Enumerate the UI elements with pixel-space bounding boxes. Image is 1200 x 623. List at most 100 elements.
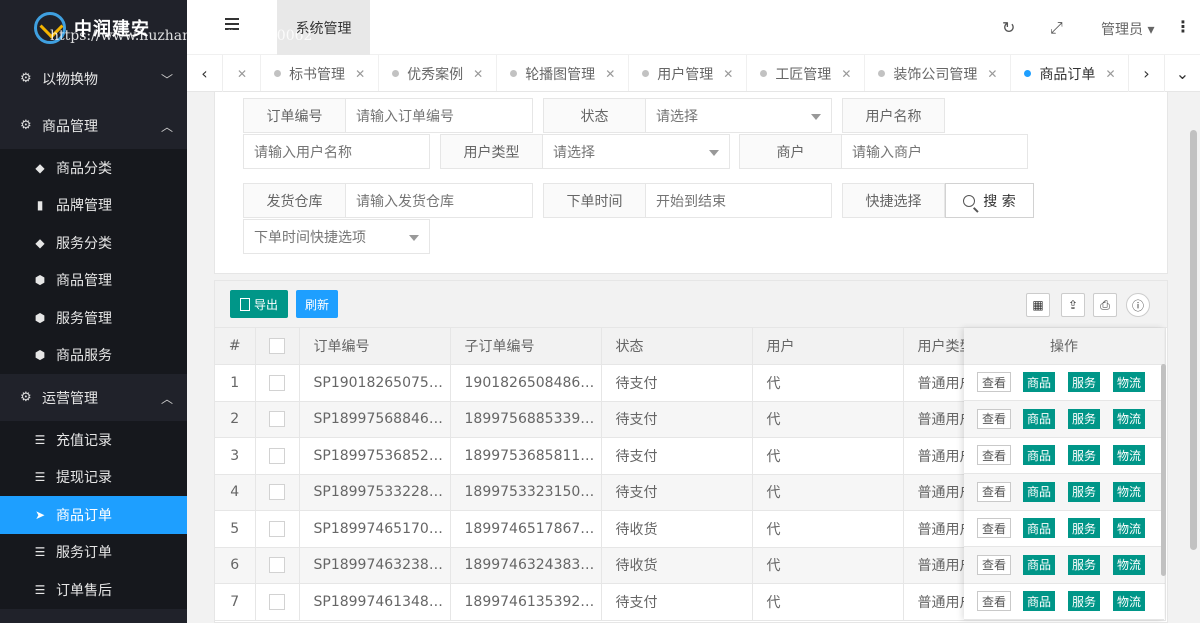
- view-button[interactable]: 查看: [977, 481, 1011, 502]
- checkbox[interactable]: [269, 338, 285, 354]
- tabs-next-icon[interactable]: ›: [1128, 55, 1164, 92]
- quick-option-select[interactable]: 下单时间快捷选项: [243, 219, 430, 254]
- logistics-button[interactable]: 物流: [1113, 372, 1145, 393]
- row-select[interactable]: [255, 510, 300, 548]
- row-select[interactable]: [255, 401, 300, 438]
- info-icon[interactable]: ⓘ: [1126, 293, 1150, 317]
- sidebar-item-goods-order[interactable]: ➤ 商品订单: [0, 496, 187, 534]
- service-button[interactable]: 服务: [1068, 554, 1100, 575]
- sidebar-item-withdraw[interactable]: ☰ 提现记录: [0, 459, 187, 497]
- sidebar-item-goods-category[interactable]: ◆ 商品分类: [0, 149, 187, 187]
- refresh-icon[interactable]: ↻: [1002, 18, 1015, 37]
- tabs-dropdown-icon[interactable]: ⌄: [1164, 55, 1200, 92]
- logistics-button[interactable]: 物流: [1113, 408, 1145, 429]
- checkbox[interactable]: [269, 411, 285, 428]
- tab-goods-order[interactable]: 商品订单 ✕: [1011, 55, 1128, 91]
- user-type-select[interactable]: 请选择: [543, 134, 730, 169]
- print-icon[interactable]: ⎙: [1093, 293, 1117, 317]
- service-button[interactable]: 服务: [1068, 372, 1100, 393]
- status-select[interactable]: 请选择: [646, 98, 832, 133]
- col-user[interactable]: 用户: [752, 328, 904, 365]
- row-select[interactable]: [255, 364, 300, 402]
- service-button[interactable]: 服务: [1068, 408, 1100, 429]
- row-select[interactable]: [255, 547, 300, 584]
- search-button[interactable]: 搜 索: [945, 183, 1034, 218]
- tab-cases[interactable]: 优秀案例 ✕: [379, 55, 498, 91]
- goods-button[interactable]: 商品: [1023, 408, 1055, 429]
- row-select[interactable]: [255, 583, 300, 621]
- nav-group-goods[interactable]: ⚙ 商品管理 ︿: [0, 102, 187, 149]
- close-icon[interactable]: ✕: [723, 67, 733, 81]
- logistics-button[interactable]: 物流: [1113, 481, 1145, 502]
- sidebar-item-recharge[interactable]: ☰ 充值记录: [0, 421, 187, 459]
- service-button[interactable]: 服务: [1068, 445, 1100, 466]
- refresh-button[interactable]: 刷新: [296, 290, 338, 318]
- view-button[interactable]: 查看: [977, 372, 1011, 393]
- logistics-button[interactable]: 物流: [1113, 445, 1145, 466]
- close-icon[interactable]: ✕: [473, 67, 483, 81]
- view-button[interactable]: 查看: [977, 518, 1011, 539]
- close-icon[interactable]: ✕: [355, 67, 365, 81]
- warehouse-input[interactable]: 请输入发货仓库: [346, 183, 533, 218]
- col-order-no[interactable]: 订单编号: [299, 328, 451, 365]
- row-select[interactable]: [255, 474, 300, 511]
- table-scrollbar[interactable]: [1161, 364, 1166, 576]
- checkbox[interactable]: [269, 374, 285, 391]
- service-button[interactable]: 服务: [1068, 518, 1100, 539]
- checkbox[interactable]: [269, 593, 285, 610]
- tab-carousel[interactable]: 轮播图管理 ✕: [497, 55, 630, 91]
- close-icon[interactable]: ✕: [1105, 67, 1115, 81]
- logistics-button[interactable]: 物流: [1113, 518, 1145, 539]
- checkbox[interactable]: [269, 484, 285, 501]
- order-time-input[interactable]: 开始到结束: [646, 183, 832, 218]
- more-vertical-icon[interactable]: ⋮: [1175, 17, 1191, 36]
- logistics-button[interactable]: 物流: [1113, 591, 1145, 612]
- goods-button[interactable]: 商品: [1023, 591, 1055, 612]
- view-button[interactable]: 查看: [977, 445, 1011, 466]
- merchant-input[interactable]: 请输入商户: [842, 134, 1028, 169]
- checkbox[interactable]: [269, 557, 285, 574]
- row-select[interactable]: [255, 437, 300, 475]
- goods-button[interactable]: 商品: [1023, 554, 1055, 575]
- user-name-input[interactable]: 请输入用户名称: [243, 134, 430, 169]
- checkbox[interactable]: [269, 520, 285, 537]
- close-icon[interactable]: ✕: [987, 67, 997, 81]
- checkbox[interactable]: [269, 447, 285, 464]
- view-button[interactable]: 查看: [977, 408, 1011, 429]
- close-icon[interactable]: ✕: [605, 67, 615, 81]
- sidebar-item-service-order[interactable]: ☰ 服务订单: [0, 534, 187, 572]
- sidebar-item-service-category[interactable]: ◆ 服务分类: [0, 224, 187, 262]
- admin-menu[interactable]: 管理员 ▾: [1101, 19, 1154, 39]
- col-sub-order-no[interactable]: 子订单编号: [450, 328, 602, 365]
- page-scrollbar[interactable]: [1190, 130, 1197, 550]
- service-button[interactable]: 服务: [1068, 481, 1100, 502]
- nav-group-operations[interactable]: ⚙ 运营管理 ︿: [0, 374, 187, 421]
- export-button[interactable]: 导出: [230, 290, 288, 318]
- tab-users[interactable]: 用户管理 ✕: [629, 55, 748, 91]
- sidebar-item-after-sale[interactable]: ☰ 订单售后: [0, 571, 187, 609]
- tab-bid[interactable]: 标书管理 ✕: [261, 55, 380, 91]
- fullscreen-icon[interactable]: ⤢: [1050, 18, 1063, 38]
- col-status[interactable]: 状态: [601, 328, 753, 365]
- tab-craftsman[interactable]: 工匠管理 ✕: [747, 55, 866, 91]
- col-select-all[interactable]: [255, 328, 300, 365]
- sidebar-item-service-manage[interactable]: ⬢ 服务管理: [0, 299, 187, 337]
- sidebar-item-goods-manage[interactable]: ⬢ 商品管理: [0, 262, 187, 300]
- goods-button[interactable]: 商品: [1023, 481, 1055, 502]
- view-button[interactable]: 查看: [977, 554, 1011, 575]
- goods-button[interactable]: 商品: [1023, 518, 1055, 539]
- sidebar-item-brand[interactable]: ▮ 品牌管理: [0, 187, 187, 225]
- close-icon[interactable]: ✕: [841, 67, 851, 81]
- columns-icon[interactable]: ▦: [1026, 293, 1050, 317]
- logistics-button[interactable]: 物流: [1113, 554, 1145, 575]
- order-no-input[interactable]: 请输入订单编号: [346, 98, 533, 133]
- export-icon[interactable]: ⇪: [1061, 293, 1085, 317]
- sidebar-item-goods-service[interactable]: ⬢ 商品服务: [0, 337, 187, 375]
- nav-group-exchange[interactable]: ⚙ 以物换物 ﹀: [0, 55, 187, 102]
- tabs-prev-icon[interactable]: ‹: [187, 55, 223, 92]
- tab-close-home[interactable]: ✕: [223, 55, 262, 91]
- goods-button[interactable]: 商品: [1023, 445, 1055, 466]
- view-button[interactable]: 查看: [977, 591, 1011, 612]
- service-button[interactable]: 服务: [1068, 591, 1100, 612]
- tab-decoration[interactable]: 装饰公司管理 ✕: [865, 55, 1012, 91]
